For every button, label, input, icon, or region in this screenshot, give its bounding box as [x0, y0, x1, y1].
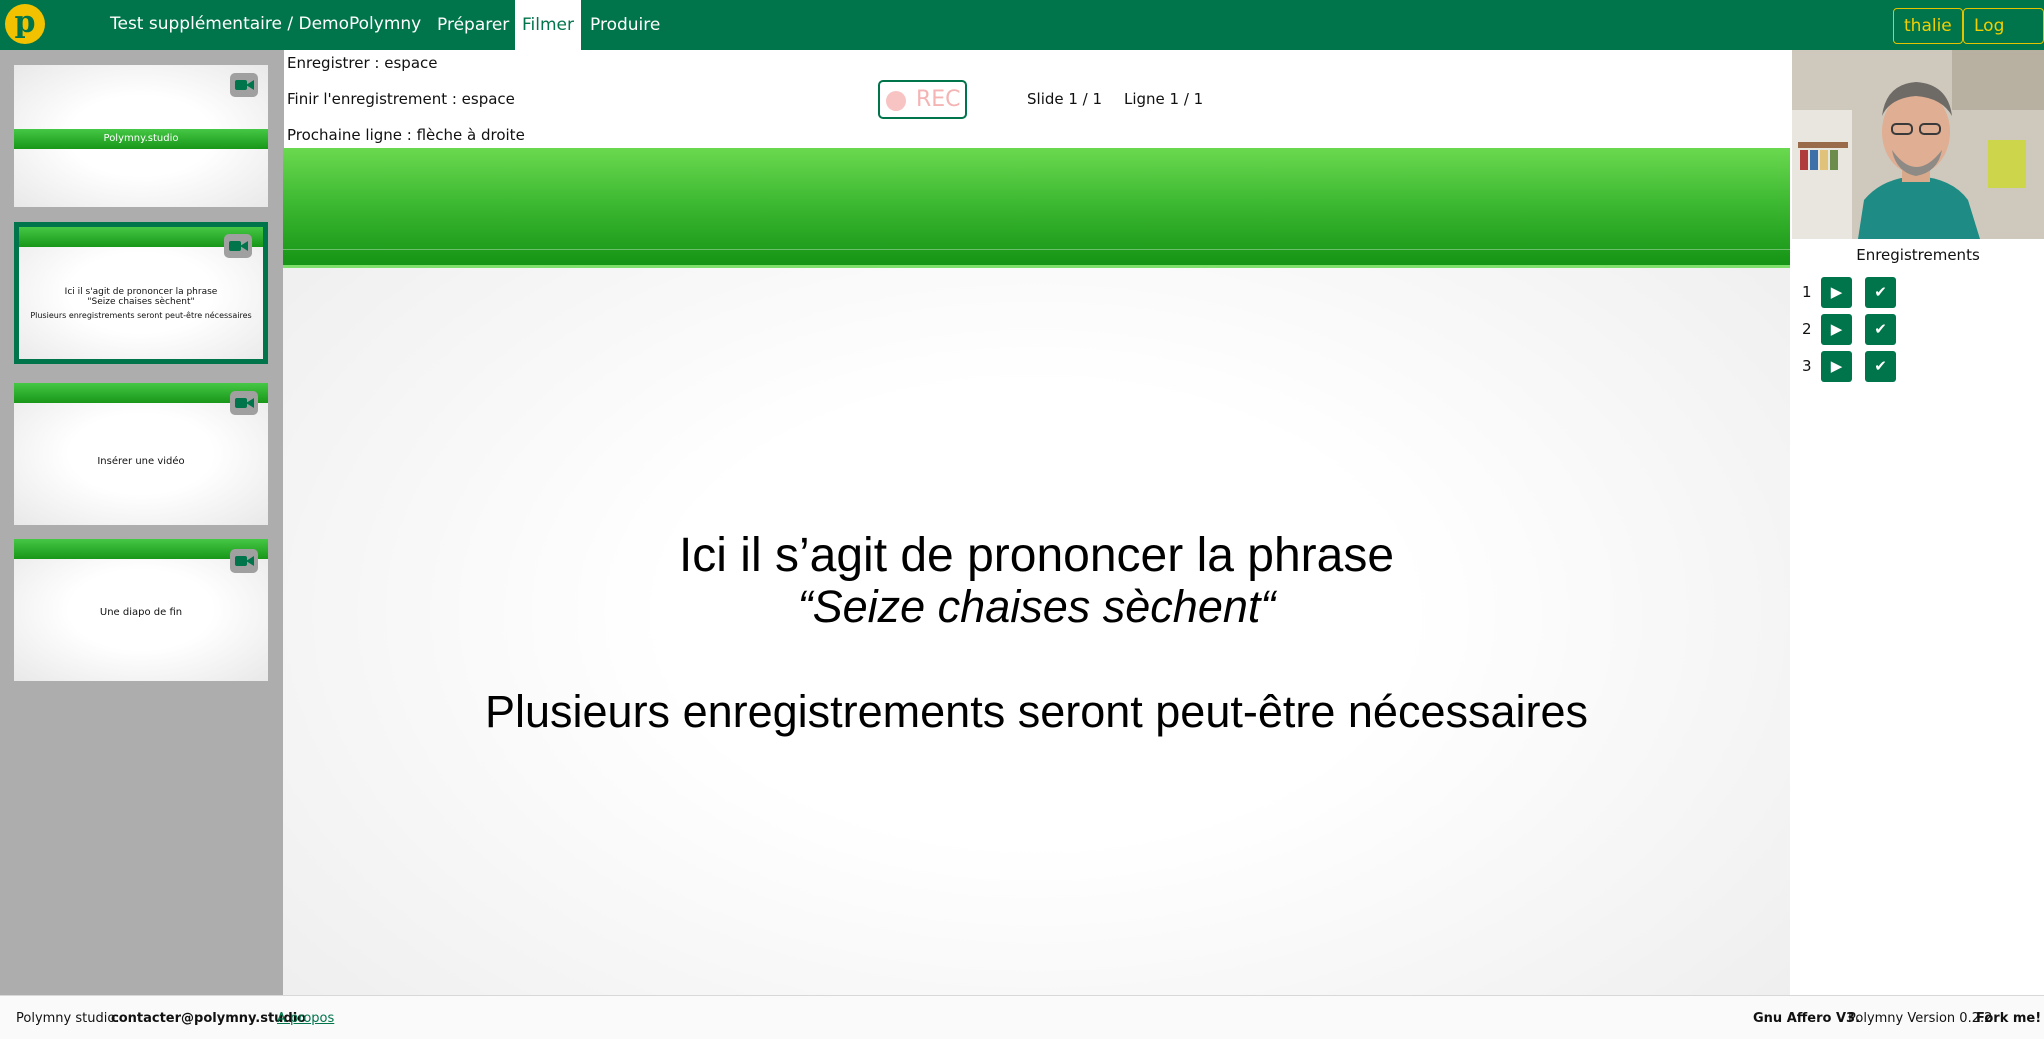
slides-sidebar: Polymny.studio Ici il s'agit de prononce… — [0, 50, 284, 995]
recording-number: 2 — [1802, 320, 1812, 338]
video-camera-icon[interactable] — [224, 234, 252, 258]
slide-thumbnail-text: Plusieurs enregistrements seront peut-êt… — [30, 311, 252, 320]
slide-thumbnail-text: "Seize chaises sèchent" — [87, 297, 195, 307]
about-link[interactable]: A propos — [277, 1011, 334, 1026]
logout-button[interactable]: Log out — [1963, 8, 2044, 70]
recording-row: 1 ▶ ✔ — [1792, 277, 2044, 309]
play-recording-button[interactable]: ▶ — [1821, 351, 1852, 382]
slide-thumbnail-text: Une diapo de fin — [99, 607, 183, 618]
footer-license: Gnu Affero V3. — [1753, 1011, 1861, 1026]
slide-thumbnail-4[interactable]: Une diapo de fin — [14, 539, 268, 681]
slide-counter: Slide 1 / 1 — [1027, 90, 1103, 108]
record-shortcut-hint: Enregistrer : espace — [287, 54, 438, 72]
slide-thumbnail-3[interactable]: Insérer une vidéo — [14, 383, 268, 525]
footer-studio-label: Polymny studio: — [16, 1011, 120, 1026]
validate-recording-button[interactable]: ✔ — [1865, 277, 1896, 308]
play-recording-button[interactable]: ▶ — [1821, 314, 1852, 345]
tab-preparer[interactable]: Préparer — [430, 0, 516, 50]
video-camera-icon[interactable] — [230, 549, 258, 573]
user-button[interactable]: thalie — [1893, 8, 1963, 44]
slide-thumbnail-1[interactable]: Polymny.studio — [14, 65, 268, 207]
recording-number: 1 — [1802, 283, 1812, 301]
rec-label: REC — [916, 87, 961, 112]
recording-row: 2 ▶ ✔ — [1792, 314, 2044, 346]
slide-subtitle: Plusieurs enregistrements seront peut-êt… — [484, 686, 1589, 737]
play-recording-button[interactable]: ▶ — [1821, 277, 1852, 308]
next-line-shortcut-hint: Prochaine ligne : flèche à droite — [287, 126, 525, 144]
record-dot-icon — [886, 91, 906, 111]
line-counter: Ligne 1 / 1 — [1124, 90, 1204, 108]
tab-produire[interactable]: Produire — [583, 0, 667, 50]
validate-recording-button[interactable]: ✔ — [1865, 314, 1896, 345]
slide-quote: “Seize chaises sèchent“ — [797, 581, 1276, 632]
top-navbar: p Test supplémentaire / DemoPolymny Prép… — [0, 0, 2044, 70]
slide-preview: Ici il s’agit de prononcer la phrase “Se… — [283, 148, 1790, 995]
slide-thumbnail-2[interactable]: Ici il s'agit de prononcer la phrase "Se… — [14, 222, 268, 364]
breadcrumb[interactable]: Test supplémentaire / DemoPolymny — [110, 14, 421, 34]
video-camera-icon[interactable] — [230, 73, 258, 97]
webcam-preview — [1792, 50, 2044, 239]
recording-row: 3 ▶ ✔ — [1792, 351, 2044, 383]
slide-header-band — [283, 148, 1790, 268]
slide-thumbnail-text: Insérer une vidéo — [97, 456, 185, 467]
recordings-title: Enregistrements — [1856, 246, 1980, 264]
slide-thumbnail-text: Polymny.studio — [103, 133, 179, 144]
tab-filmer[interactable]: Filmer — [515, 0, 581, 50]
finish-shortcut-hint: Finir l'enregistrement : espace — [287, 90, 515, 108]
video-camera-icon[interactable] — [230, 391, 258, 415]
validate-recording-button[interactable]: ✔ — [1865, 351, 1896, 382]
fork-me-link[interactable]: Fork me! — [1976, 1011, 2041, 1026]
polymny-logo[interactable]: p — [5, 4, 45, 44]
footer-version: Polymny Version 0.2.2 — [1848, 1011, 1993, 1026]
webcam-image — [1792, 50, 2044, 239]
slide-title: Ici il s’agit de prononcer la phrase — [678, 529, 1395, 582]
footer: Polymny studio: contacter@polymny.studio… — [0, 995, 2044, 1039]
recording-number: 3 — [1802, 357, 1812, 375]
rec-button[interactable]: REC — [878, 80, 967, 119]
